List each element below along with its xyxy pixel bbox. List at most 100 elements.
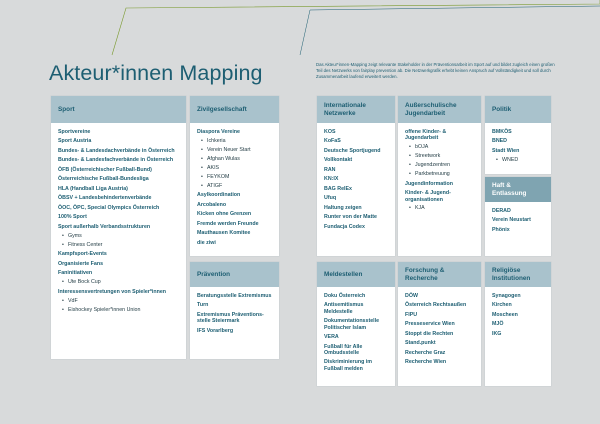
list-item: FIPU xyxy=(405,311,418,318)
card-religion: Religiöse Institutionen Synagogen Kirchen… xyxy=(485,262,551,386)
list-item: Kampfsport-Events xyxy=(58,251,107,258)
list-item: KoFaS xyxy=(324,138,341,145)
list-item: Stadt Wien xyxy=(492,147,520,154)
list-item: Phönix xyxy=(492,226,510,233)
list-item: Recherche Wien xyxy=(405,359,447,366)
list-item: Fundacja Codex xyxy=(324,223,365,230)
list-item: Kicken ohne Grenzen xyxy=(197,211,252,218)
list-subitem: Streetwork xyxy=(405,153,474,160)
list-item: KOS xyxy=(324,129,336,135)
list-item: Fußball für Alle Ombudsstelle xyxy=(324,343,363,356)
list-subitem: WNED xyxy=(492,157,544,164)
card-forschung-title: Forschung & Recherche xyxy=(398,262,481,287)
card-jugendarbeit: Außerschulische Jugendarbeit offene Kind… xyxy=(398,96,481,256)
intro-text: Das Akteur*innen-Mapping zeigt relevante… xyxy=(316,62,555,79)
list-item: Asylkoordination xyxy=(197,192,241,199)
list-item: Interessensvertretungen von Spieler*inne… xyxy=(58,288,167,295)
list-item: Dokumentationsstelle Politischer Islam xyxy=(324,318,380,331)
list-item: Doku Österreich xyxy=(324,293,366,299)
list-item: Ufuq xyxy=(324,195,337,202)
list-subitem: FEYKOM xyxy=(197,174,272,181)
card-religion-list: Synagogen Kirchen Moscheen MJÖ IKG xyxy=(492,293,544,337)
list-item: Bundes- & Landesfachverbände in Österrei… xyxy=(58,157,174,164)
list-item: BNED xyxy=(492,138,508,145)
list-subitem: Ute Bock Cup xyxy=(58,279,179,286)
list-item: Vollkontakt xyxy=(324,157,353,164)
list-subitem: Parkbetreuung xyxy=(405,171,474,178)
list-item: Synagogen xyxy=(492,293,521,299)
list-subitem: Gyms xyxy=(58,233,179,240)
card-internationale-netzwerke: Internationale Netzwerke KOS KoFaS Deutsch… xyxy=(317,96,395,256)
list-subitem: Fitness Center xyxy=(58,242,179,249)
card-forschung-list: DÖW Österreich Rechtsaußen FIPU Presseservi… xyxy=(405,293,474,366)
list-subitem: AKIS xyxy=(197,165,272,172)
list-item: Haltung zeigen xyxy=(324,204,362,211)
list-item: Antisemitismus Meldestelle xyxy=(324,302,364,315)
list-item: DERAD xyxy=(492,208,511,214)
list-subitem: bOJA xyxy=(405,144,474,151)
list-subitem: Afghan Wulas xyxy=(197,156,272,163)
card-praevention: Prävention Beratungsstelle Extremismus Tu… xyxy=(190,262,279,359)
list-item: Beratungsstelle Extremismus xyxy=(197,293,272,299)
list-item: Diaspora Vereine xyxy=(197,129,240,135)
list-item: Österreich Rechtsaußen xyxy=(405,302,467,309)
list-item: Sportvereine xyxy=(58,129,91,135)
list-item: Stoppt die Rechten xyxy=(405,330,454,337)
list-item: BAG RelEx xyxy=(324,185,352,192)
list-item: die ziwi xyxy=(197,239,216,246)
list-item: MJÖ xyxy=(492,321,504,328)
card-sport-list: Sportvereine Sport Austria Bundes- & Lande… xyxy=(58,129,179,313)
list-item: Fremde werden Freunde xyxy=(197,220,259,227)
card-religion-title: Religiöse Institutionen xyxy=(485,262,551,287)
list-item: Diskriminierung im Fußball melden xyxy=(324,359,372,372)
card-haft-entlassung-list: DERAD Verein Neustart Phönix xyxy=(492,208,544,233)
card-politik-list: BMKÖS BNED Stadt Wien WNED xyxy=(492,129,544,164)
list-item: Moscheen xyxy=(492,311,518,318)
card-jugendarbeit-list: offene Kinder- & Jugendarbeit bOJA Streetw… xyxy=(405,129,474,212)
list-subitem: KJA xyxy=(405,205,474,212)
card-haft-entlassung-title: Haft & Entlassung xyxy=(485,177,551,202)
list-item: 100% Sport xyxy=(58,214,87,221)
list-item: Kinder- & Jugend-organisationen xyxy=(405,190,451,203)
card-jugendarbeit-title: Außerschulische Jugendarbeit xyxy=(398,96,481,123)
list-item: Kirchen xyxy=(492,302,512,309)
card-zivilgesellschaft-list: Diaspora Vereine Ichkeria Verein Neuer Sta… xyxy=(197,129,272,246)
list-item: Bundes- & Landesdachverbände in Österrei… xyxy=(58,147,175,154)
list-item: Arcobaleno xyxy=(197,201,227,208)
list-item: Turn xyxy=(197,302,209,309)
card-politik: Politik BMKÖS BNED Stadt Wien WNED xyxy=(485,96,551,174)
list-item: KN:IX xyxy=(324,176,339,183)
card-meldestellen-list: Doku Österreich Antisemitismus Meldestell… xyxy=(324,293,388,372)
list-item: RAN xyxy=(324,166,336,173)
list-item: ÖFB (Österreichischer Fußball-Bund) xyxy=(58,166,152,173)
card-meldestellen-title: Meldestellen xyxy=(317,262,395,287)
card-haft-entlassung: Haft & Entlassung DERAD Verein Neustart Ph… xyxy=(485,177,551,256)
list-item: Sport außerhalb Verbandsstrukturen xyxy=(58,223,151,230)
card-meldestellen: Meldestellen Doku Österreich Antisemitism… xyxy=(317,262,395,386)
list-item: Sport Austria xyxy=(58,138,92,145)
list-item: BMKÖS xyxy=(492,129,512,135)
card-zivilgesellschaft-title: Zivilgesellschaft xyxy=(190,96,279,123)
card-sport: Sport Sportvereine Sport Austria Bundes- &… xyxy=(51,96,186,359)
list-item: Presseservice Wien xyxy=(405,321,455,328)
card-praevention-title: Prävention xyxy=(190,262,279,287)
list-item: Extremismus Präventions-stelle Steiermar… xyxy=(197,311,264,325)
list-item: Mauthausen Komitee xyxy=(197,230,251,237)
card-internationale-netzwerke-list: KOS KoFaS Deutsche Sportjugend Vollkontakt R… xyxy=(324,129,388,230)
list-item: Recherche Graz xyxy=(405,349,446,356)
card-zivilgesellschaft: Zivilgesellschaft Diaspora Vereine Ichker… xyxy=(190,96,279,256)
list-item: Österreichische Fußball-Bundesliga xyxy=(58,176,149,183)
card-forschung: Forschung & Recherche DÖW Österreich Rech… xyxy=(398,262,481,386)
list-item: Organisierte Fans xyxy=(58,260,104,267)
list-subitem: Verein Neuer Start xyxy=(197,147,272,154)
card-internationale-netzwerke-title: Internationale Netzwerke xyxy=(317,96,395,123)
list-item: Verein Neustart xyxy=(492,217,531,224)
page-title: Akteur*innen Mapping xyxy=(49,61,263,85)
card-praevention-list: Beratungsstelle Extremismus Turn Extremism… xyxy=(197,293,272,334)
list-subitem: ATIGF xyxy=(197,183,272,190)
list-item: offene Kinder- & Jugendarbeit xyxy=(405,129,447,142)
list-item: ÖOC, ÖPC, Special Olympics Österreich xyxy=(58,204,160,211)
list-subitem: Eishockey Spieler*innen Union xyxy=(58,307,179,314)
list-subitem: VdF xyxy=(58,298,179,305)
list-item: VERA xyxy=(324,334,339,341)
